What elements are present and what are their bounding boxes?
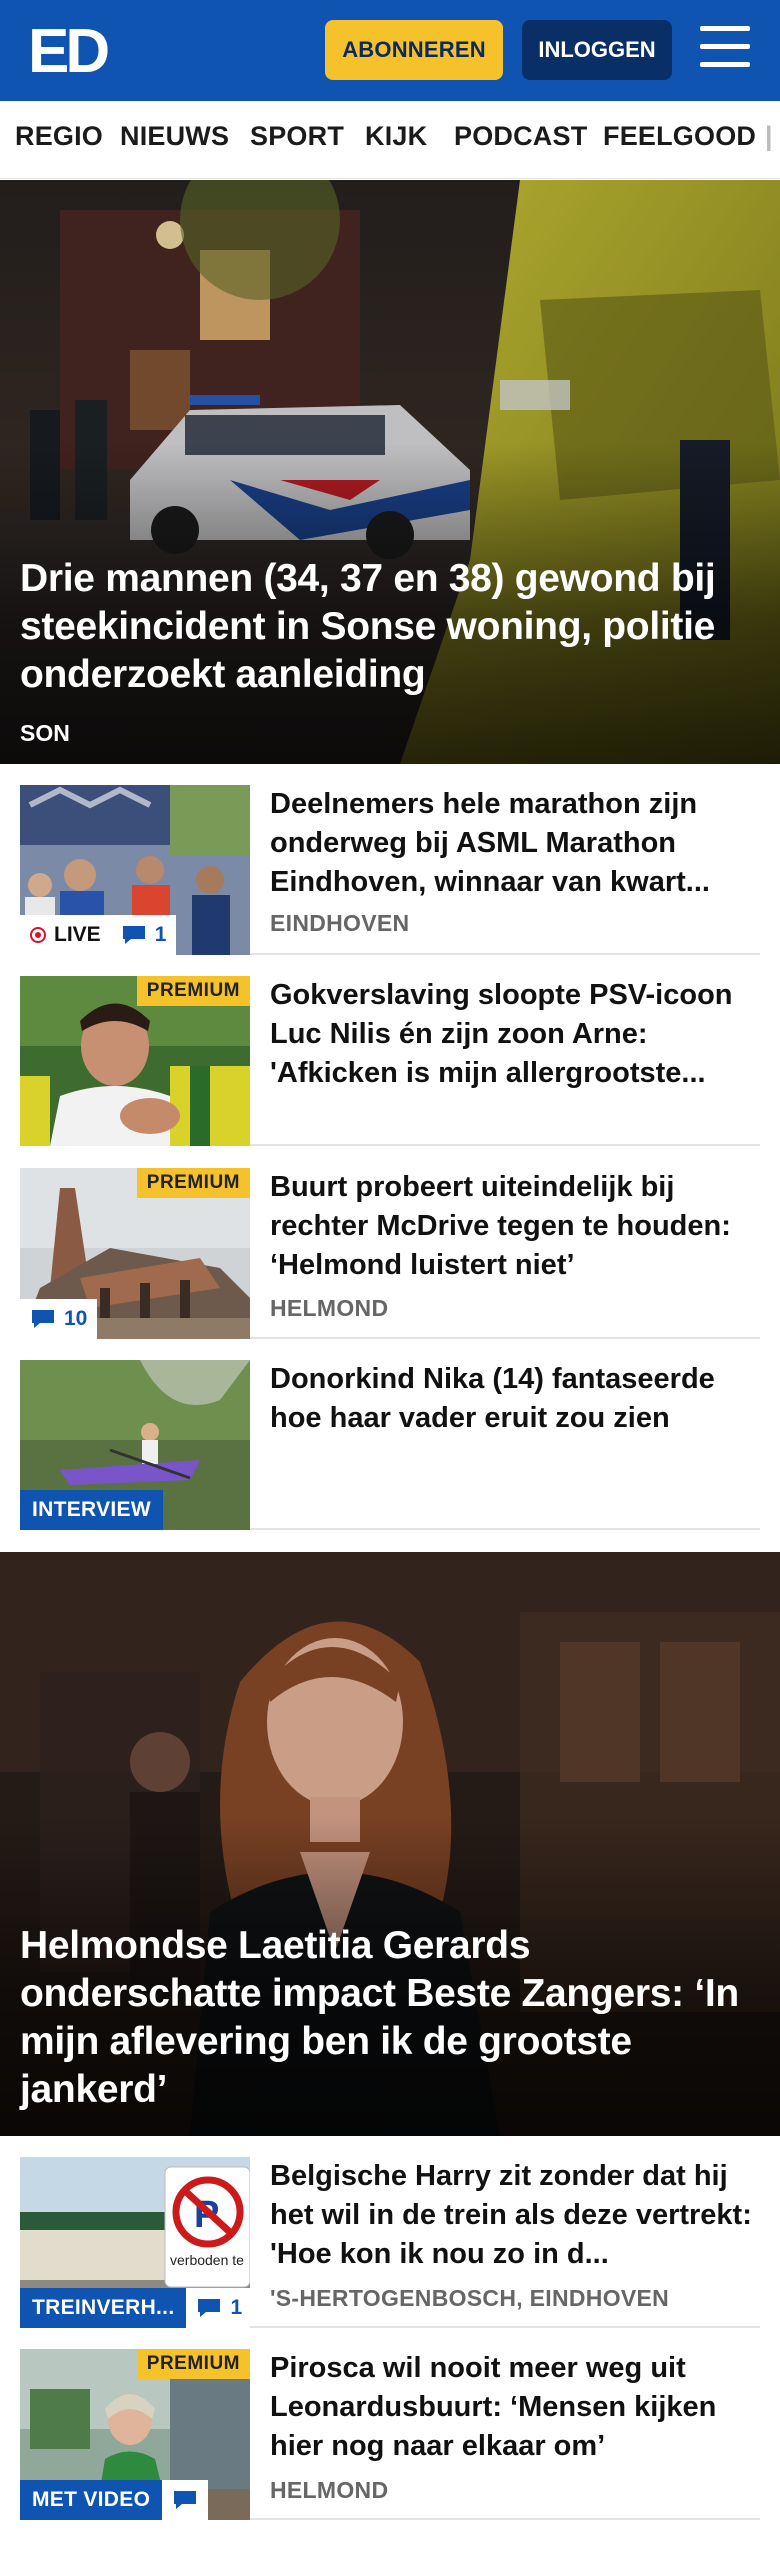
- premium-badge: PREMIUM: [136, 2349, 250, 2379]
- article-thumbnail: P verboden te TREINVERH... 1: [20, 2157, 250, 2328]
- article-title[interactable]: Buurt probeert uiteindelijk bij rechter …: [270, 1168, 762, 1285]
- article-card[interactable]: P verboden te TREINVERH... 1 Belgische H…: [20, 2157, 760, 2328]
- section-nav: REGIO NIEUWS SPORT KIJK PODCAST FEELGOOD…: [0, 101, 780, 179]
- nav-item-nieuws[interactable]: NIEUWS: [120, 121, 229, 152]
- video-tag: MET VIDEO: [20, 2480, 163, 2520]
- hero-article[interactable]: Helmondse Laetitia Gerards onderschatte …: [0, 1552, 780, 2136]
- premium-badge: PREMIUM: [136, 976, 250, 1006]
- article-title[interactable]: Deelnemers hele marathon zijn onderweg b…: [270, 785, 762, 902]
- nav-item-feelgood[interactable]: FEELGOOD: [603, 121, 756, 152]
- article-thumbnail: LIVE 1: [20, 785, 250, 955]
- article-card[interactable]: PREMIUM 10 Buurt probeert uiteindelijk b…: [20, 1168, 760, 1339]
- login-button[interactable]: INLOGGEN: [522, 20, 672, 80]
- comment-count: 1: [154, 923, 167, 946]
- top-bar: ED ABONNEREN INLOGGEN: [0, 0, 780, 101]
- live-label: LIVE: [54, 923, 101, 946]
- nav-overflow-indicator: |: [765, 121, 773, 151]
- nav-item-kijk[interactable]: KIJK: [365, 121, 427, 152]
- article-location: EINDHOVEN: [270, 910, 410, 936]
- article-card[interactable]: LIVE 1 Deelnemers hele marathon zijn ond…: [20, 785, 760, 955]
- hero-location: SON: [20, 720, 70, 746]
- ed-logo[interactable]: ED: [28, 20, 116, 80]
- comment-count: 10: [64, 1307, 88, 1330]
- tag-badge: TREINVERH... 1: [20, 2288, 250, 2328]
- article-thumbnail: PREMIUM MET VIDEO: [20, 2349, 250, 2520]
- article-thumbnail: INTERVIEW: [20, 1360, 250, 1530]
- article-card[interactable]: PREMIUM MET VIDEO Pirosca wil nooit meer…: [20, 2349, 760, 2520]
- hero-article[interactable]: Drie mannen (34, 37 en 38) gewond bij st…: [0, 180, 780, 764]
- nav-item-regio[interactable]: REGIO: [15, 121, 103, 152]
- tag-badge: INTERVIEW: [20, 1490, 163, 1530]
- article-title[interactable]: Belgische Harry zit zonder dat hij het w…: [270, 2157, 762, 2274]
- comment-icon: [122, 926, 145, 944]
- comment-count: 1: [230, 2296, 243, 2319]
- hamburger-menu-icon[interactable]: [700, 24, 752, 72]
- article-title[interactable]: Gokverslaving sloopte PSV-icoon Luc Nili…: [270, 976, 762, 1093]
- comments-badge: 10: [20, 1299, 98, 1339]
- article-title[interactable]: Donorkind Nika (14) fantaseerde hoe haar…: [270, 1360, 762, 1438]
- svg-text:ED: ED: [28, 20, 108, 80]
- tag-badge: MET VIDEO: [20, 2480, 209, 2520]
- comment-icon: [174, 2491, 197, 2509]
- interview-tag: INTERVIEW: [20, 1490, 163, 1530]
- live-indicator-icon: [30, 927, 46, 943]
- hero-headline[interactable]: Helmondse Laetitia Gerards onderschatte …: [20, 1922, 756, 2114]
- article-location: 'S-HERTOGENBOSCH, EINDHOVEN: [270, 2285, 670, 2311]
- article-title[interactable]: Pirosca wil nooit meer weg uit Leonardus…: [270, 2349, 762, 2466]
- hero-headline[interactable]: Drie mannen (34, 37 en 38) gewond bij st…: [20, 555, 756, 699]
- series-tag: TREINVERH...: [20, 2288, 187, 2328]
- subscribe-button[interactable]: ABONNEREN: [325, 20, 503, 80]
- article-thumbnail: PREMIUM 10: [20, 1168, 250, 1339]
- article-location: HELMOND: [270, 1295, 389, 1321]
- nav-item-podcast[interactable]: PODCAST: [454, 121, 587, 152]
- premium-badge: PREMIUM: [136, 1168, 250, 1198]
- nav-item-sport[interactable]: SPORT: [250, 121, 344, 152]
- svg-text:verboden te: verboden te: [170, 2252, 244, 2268]
- article-card[interactable]: INTERVIEW Donorkind Nika (14) fantaseerd…: [20, 1360, 760, 1530]
- article-location: HELMOND: [270, 2477, 389, 2503]
- article-thumbnail: PREMIUM: [20, 976, 250, 1146]
- article-card[interactable]: PREMIUM Gokverslaving sloopte PSV-icoon …: [20, 976, 760, 1146]
- comment-icon: [198, 2299, 221, 2317]
- comment-icon: [32, 1310, 54, 1328]
- live-badge: LIVE 1: [20, 915, 177, 955]
